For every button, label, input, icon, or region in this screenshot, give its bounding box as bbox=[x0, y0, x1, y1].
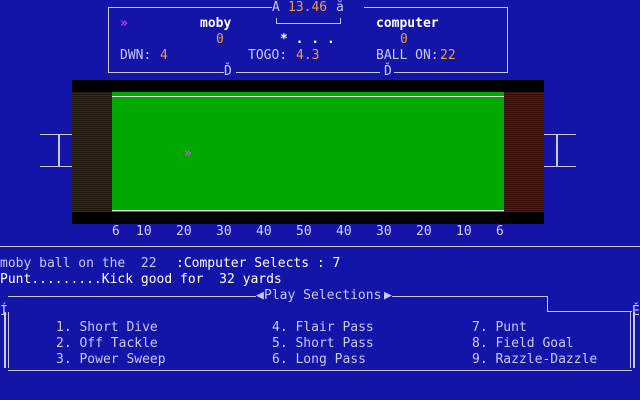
play-selections-title: Play Selections bbox=[264, 288, 382, 303]
hash-top-7: D bbox=[384, 81, 391, 94]
play-option-flair-pass[interactable]: 4. Flair Pass bbox=[272, 320, 374, 336]
yard-number: 20 bbox=[416, 224, 432, 239]
hash-top-1: D bbox=[144, 81, 151, 94]
yard-number: 20 bbox=[176, 224, 192, 239]
play-option-short-dive[interactable]: 1. Short Dive bbox=[56, 320, 158, 336]
down-value: 4 bbox=[160, 48, 168, 63]
away-team-name: computer bbox=[376, 16, 439, 31]
hash-top-6: D bbox=[344, 81, 351, 94]
ballon-value: 22 bbox=[440, 48, 456, 63]
yard-number: 30 bbox=[216, 224, 232, 239]
hash-bottom-4: ш bbox=[264, 210, 271, 223]
right-endzone bbox=[504, 80, 544, 224]
home-team-name: moby bbox=[200, 16, 232, 31]
hash-top-9: D bbox=[464, 81, 471, 94]
yard-number: 6 bbox=[496, 224, 504, 239]
hash-bottom-3: ш bbox=[224, 210, 231, 223]
hash-top-4: D bbox=[264, 81, 271, 94]
yard-number: 30 bbox=[376, 224, 392, 239]
ballon-label: BALL ON: bbox=[376, 48, 439, 63]
home-score: 0 bbox=[216, 32, 224, 47]
computer-selection-message: :Computer Selects : 7 bbox=[176, 256, 341, 271]
play-result-message: Punt.........Kick good for 32 yards bbox=[0, 272, 282, 287]
hash-bottom-2: ш bbox=[184, 210, 191, 223]
play-option-long-pass[interactable]: 6. Long Pass bbox=[272, 352, 366, 368]
left-endzone bbox=[72, 80, 112, 224]
possession-message: moby ball on the 22 bbox=[0, 256, 173, 271]
togo-label: TOGO: bbox=[248, 48, 288, 63]
hash-top-5: D bbox=[304, 81, 311, 94]
hash-top-2: D bbox=[184, 81, 191, 94]
possession-marker: » bbox=[120, 16, 128, 31]
menu-arrow-left-icon: ◀ bbox=[256, 288, 264, 303]
hash-bottom-6: ш bbox=[344, 210, 351, 223]
hash-top-3: D bbox=[224, 81, 231, 94]
hash-bottom-1: ш bbox=[144, 210, 151, 223]
yard-number: 10 bbox=[456, 224, 472, 239]
play-option-short-pass[interactable]: 5. Short Pass bbox=[272, 336, 374, 352]
panel-left-corner: Í bbox=[0, 304, 8, 319]
yard-number: 10 bbox=[136, 224, 152, 239]
hash-bottom-9: ш bbox=[464, 210, 471, 223]
first-down-pointer: Ď bbox=[384, 64, 392, 79]
hash-top-8: D bbox=[424, 81, 431, 94]
togo-value: 4.3 bbox=[296, 48, 320, 63]
hash-bottom-7: ш bbox=[384, 210, 391, 223]
play-option-off-tackle[interactable]: 2. Off Tackle bbox=[56, 336, 158, 352]
down-label: DWN: bbox=[120, 48, 152, 63]
game-clock: 13.46 bbox=[288, 0, 328, 15]
clock-right-glyph: ă bbox=[336, 0, 344, 15]
yard-number: 40 bbox=[336, 224, 352, 239]
line-of-scrimmage-pointer: Ď bbox=[224, 64, 232, 79]
quarter-indicator: * . . . bbox=[280, 32, 335, 47]
yard-number: 50 bbox=[296, 224, 312, 239]
playing-field bbox=[112, 80, 504, 224]
play-option-razzle-dazzle[interactable]: 9. Razzle-Dazzle bbox=[472, 352, 597, 368]
panel-right-corner: Ě bbox=[632, 304, 640, 319]
ball-carrier-marker: » bbox=[184, 146, 192, 161]
yard-number: 6 bbox=[112, 224, 120, 239]
play-option-punt[interactable]: 7. Punt bbox=[472, 320, 527, 336]
divider bbox=[0, 246, 640, 247]
hash-bottom-8: ш bbox=[424, 210, 431, 223]
clock-left-glyph: Â bbox=[272, 0, 280, 15]
yard-number: 40 bbox=[256, 224, 272, 239]
play-option-field-goal[interactable]: 8. Field Goal bbox=[472, 336, 574, 352]
menu-arrow-right-icon: ▶ bbox=[384, 288, 392, 303]
play-option-power-sweep[interactable]: 3. Power Sweep bbox=[56, 352, 166, 368]
away-score: 0 bbox=[400, 32, 408, 47]
hash-bottom-5: ш bbox=[304, 210, 311, 223]
